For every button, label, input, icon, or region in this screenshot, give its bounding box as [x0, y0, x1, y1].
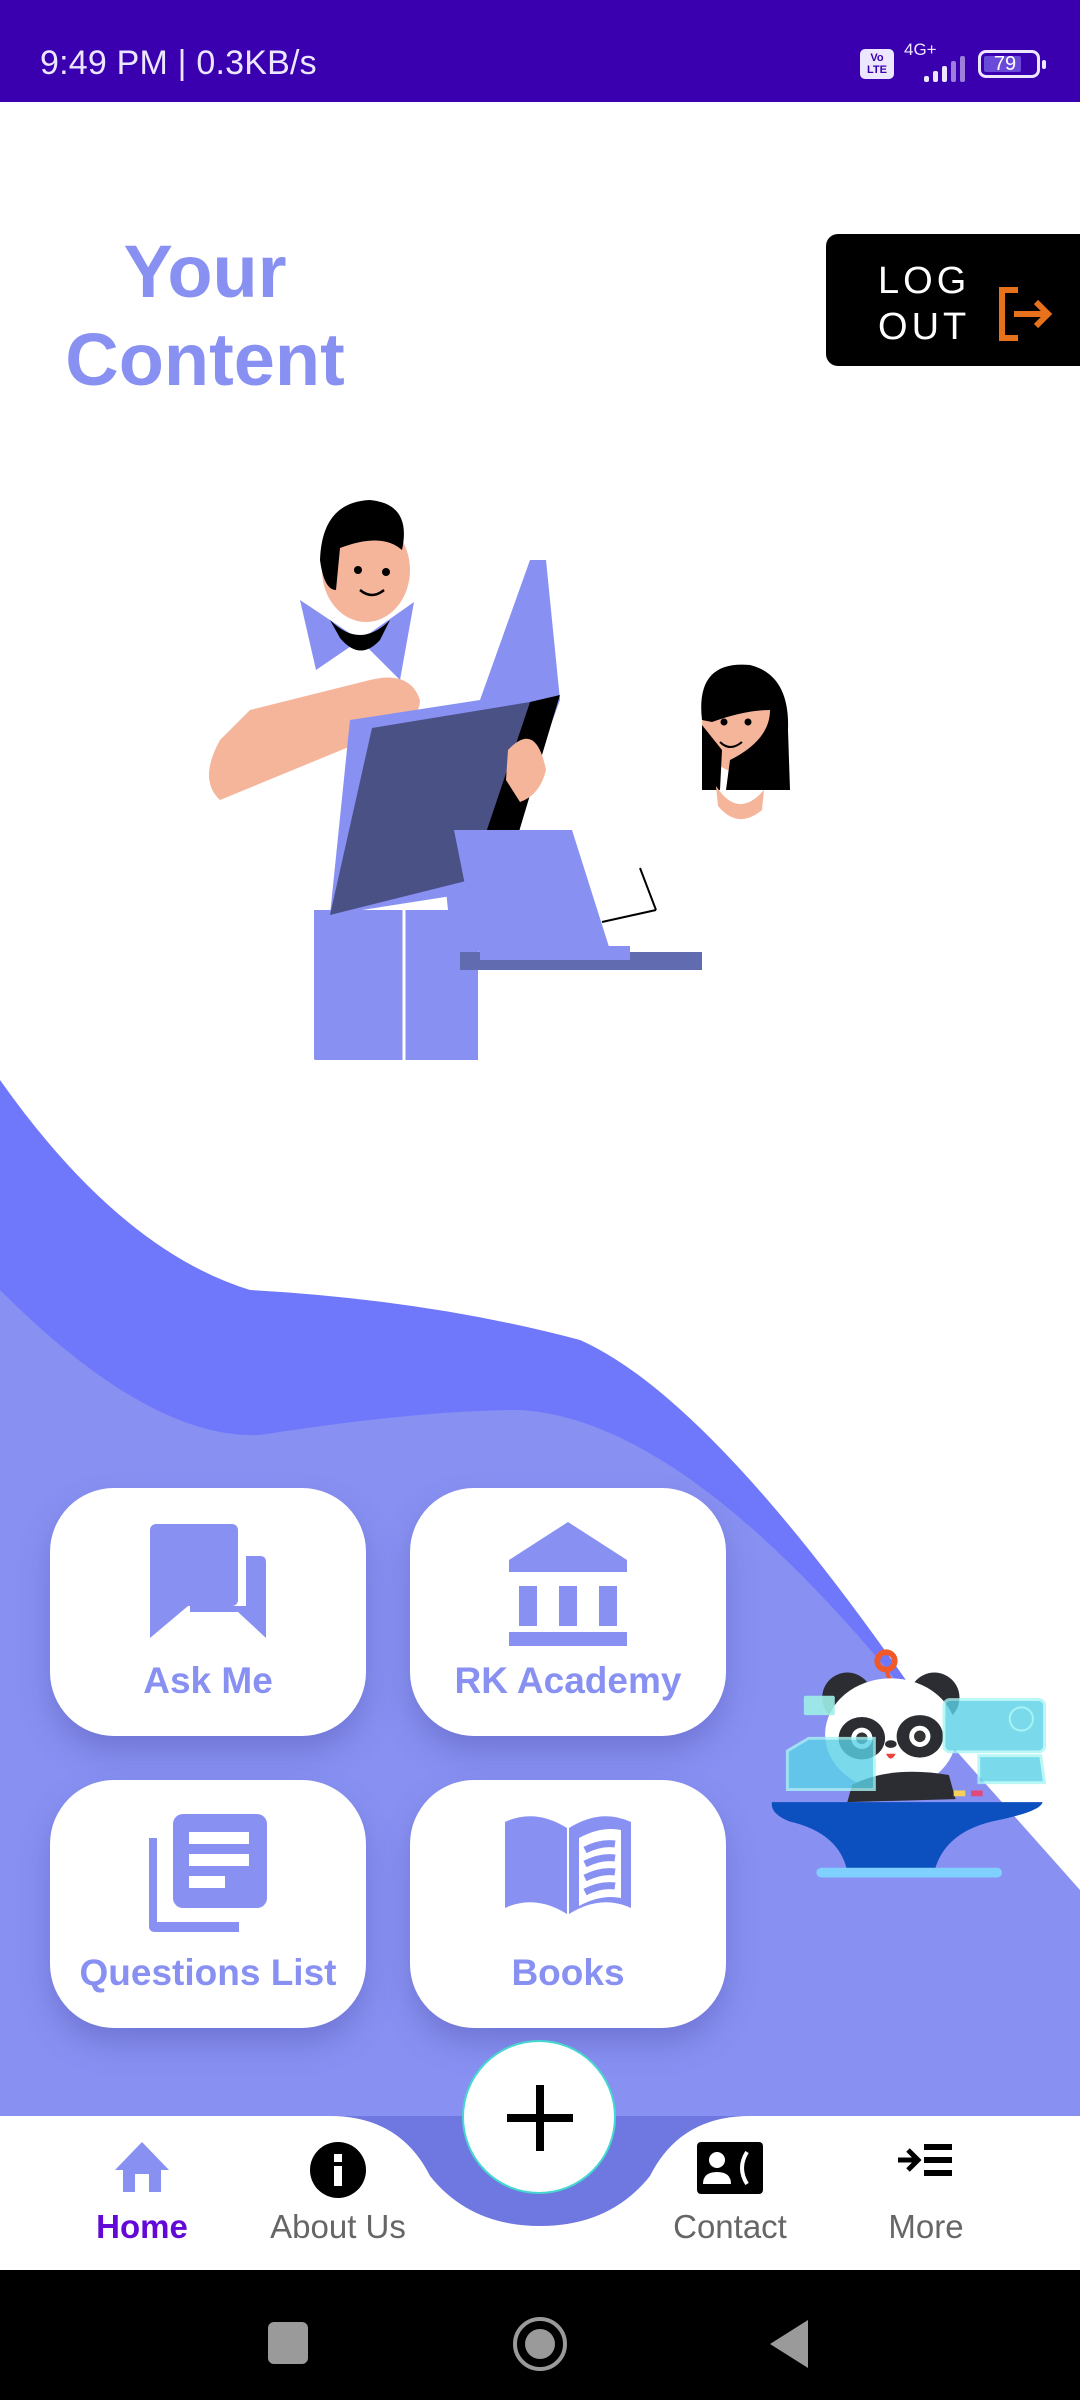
- status-time: 9:49 PM | 0.3KB/s: [40, 44, 317, 82]
- status-bar: 9:49 PM | 0.3KB/s Vo LTE 4G+ 79: [0, 0, 1080, 102]
- battery-level: 79: [993, 53, 1017, 75]
- plus-icon: [507, 2085, 573, 2151]
- institution-icon: [509, 1522, 627, 1646]
- more-menu-icon: [898, 2144, 952, 2176]
- home-icon: [115, 2142, 169, 2192]
- recents-button[interactable]: [268, 2322, 308, 2364]
- document-list-icon: [149, 1814, 267, 1932]
- tile-rk-academy[interactable]: RK Academy: [410, 1488, 726, 1736]
- battery-icon: 79: [978, 50, 1046, 78]
- nav-about-us[interactable]: About Us: [258, 2116, 418, 2270]
- tile-questions-list[interactable]: Questions List: [50, 1780, 366, 2028]
- tile-label: Questions List: [79, 1952, 337, 1993]
- hero-illustration: [209, 500, 802, 1061]
- back-button[interactable]: [770, 2320, 810, 2368]
- logout-arrow-icon: [999, 287, 1053, 341]
- signal-icon: 4G+: [904, 40, 968, 84]
- page-title: Your Content: [65, 230, 345, 401]
- nav-contact[interactable]: Contact: [660, 2116, 800, 2270]
- open-book-icon: [505, 1816, 631, 1914]
- panda-illustration: [771, 1649, 1047, 1878]
- tile-label: Books: [511, 1952, 625, 1993]
- nav-more[interactable]: More: [870, 2116, 982, 2270]
- tile-ask-me[interactable]: Ask Me: [50, 1488, 366, 1736]
- student-figure: [660, 664, 802, 930]
- chat-bubbles-icon: [150, 1524, 266, 1638]
- system-navigation-bar: [0, 2270, 1080, 2400]
- tile-label: RK Academy: [454, 1660, 682, 1701]
- logout-button[interactable]: LOG OUT: [826, 234, 1080, 366]
- status-icons: Vo LTE 4G+ 79: [860, 40, 1046, 84]
- info-icon: [310, 2142, 366, 2198]
- tile-label: Ask Me: [143, 1660, 273, 1701]
- nav-home[interactable]: Home: [80, 2116, 204, 2270]
- add-fab-button[interactable]: [462, 2040, 616, 2194]
- contact-phone-icon: [697, 2142, 763, 2194]
- home-button[interactable]: [512, 2316, 568, 2372]
- tile-books[interactable]: Books: [410, 1780, 726, 2028]
- volte-icon: Vo LTE: [860, 49, 894, 79]
